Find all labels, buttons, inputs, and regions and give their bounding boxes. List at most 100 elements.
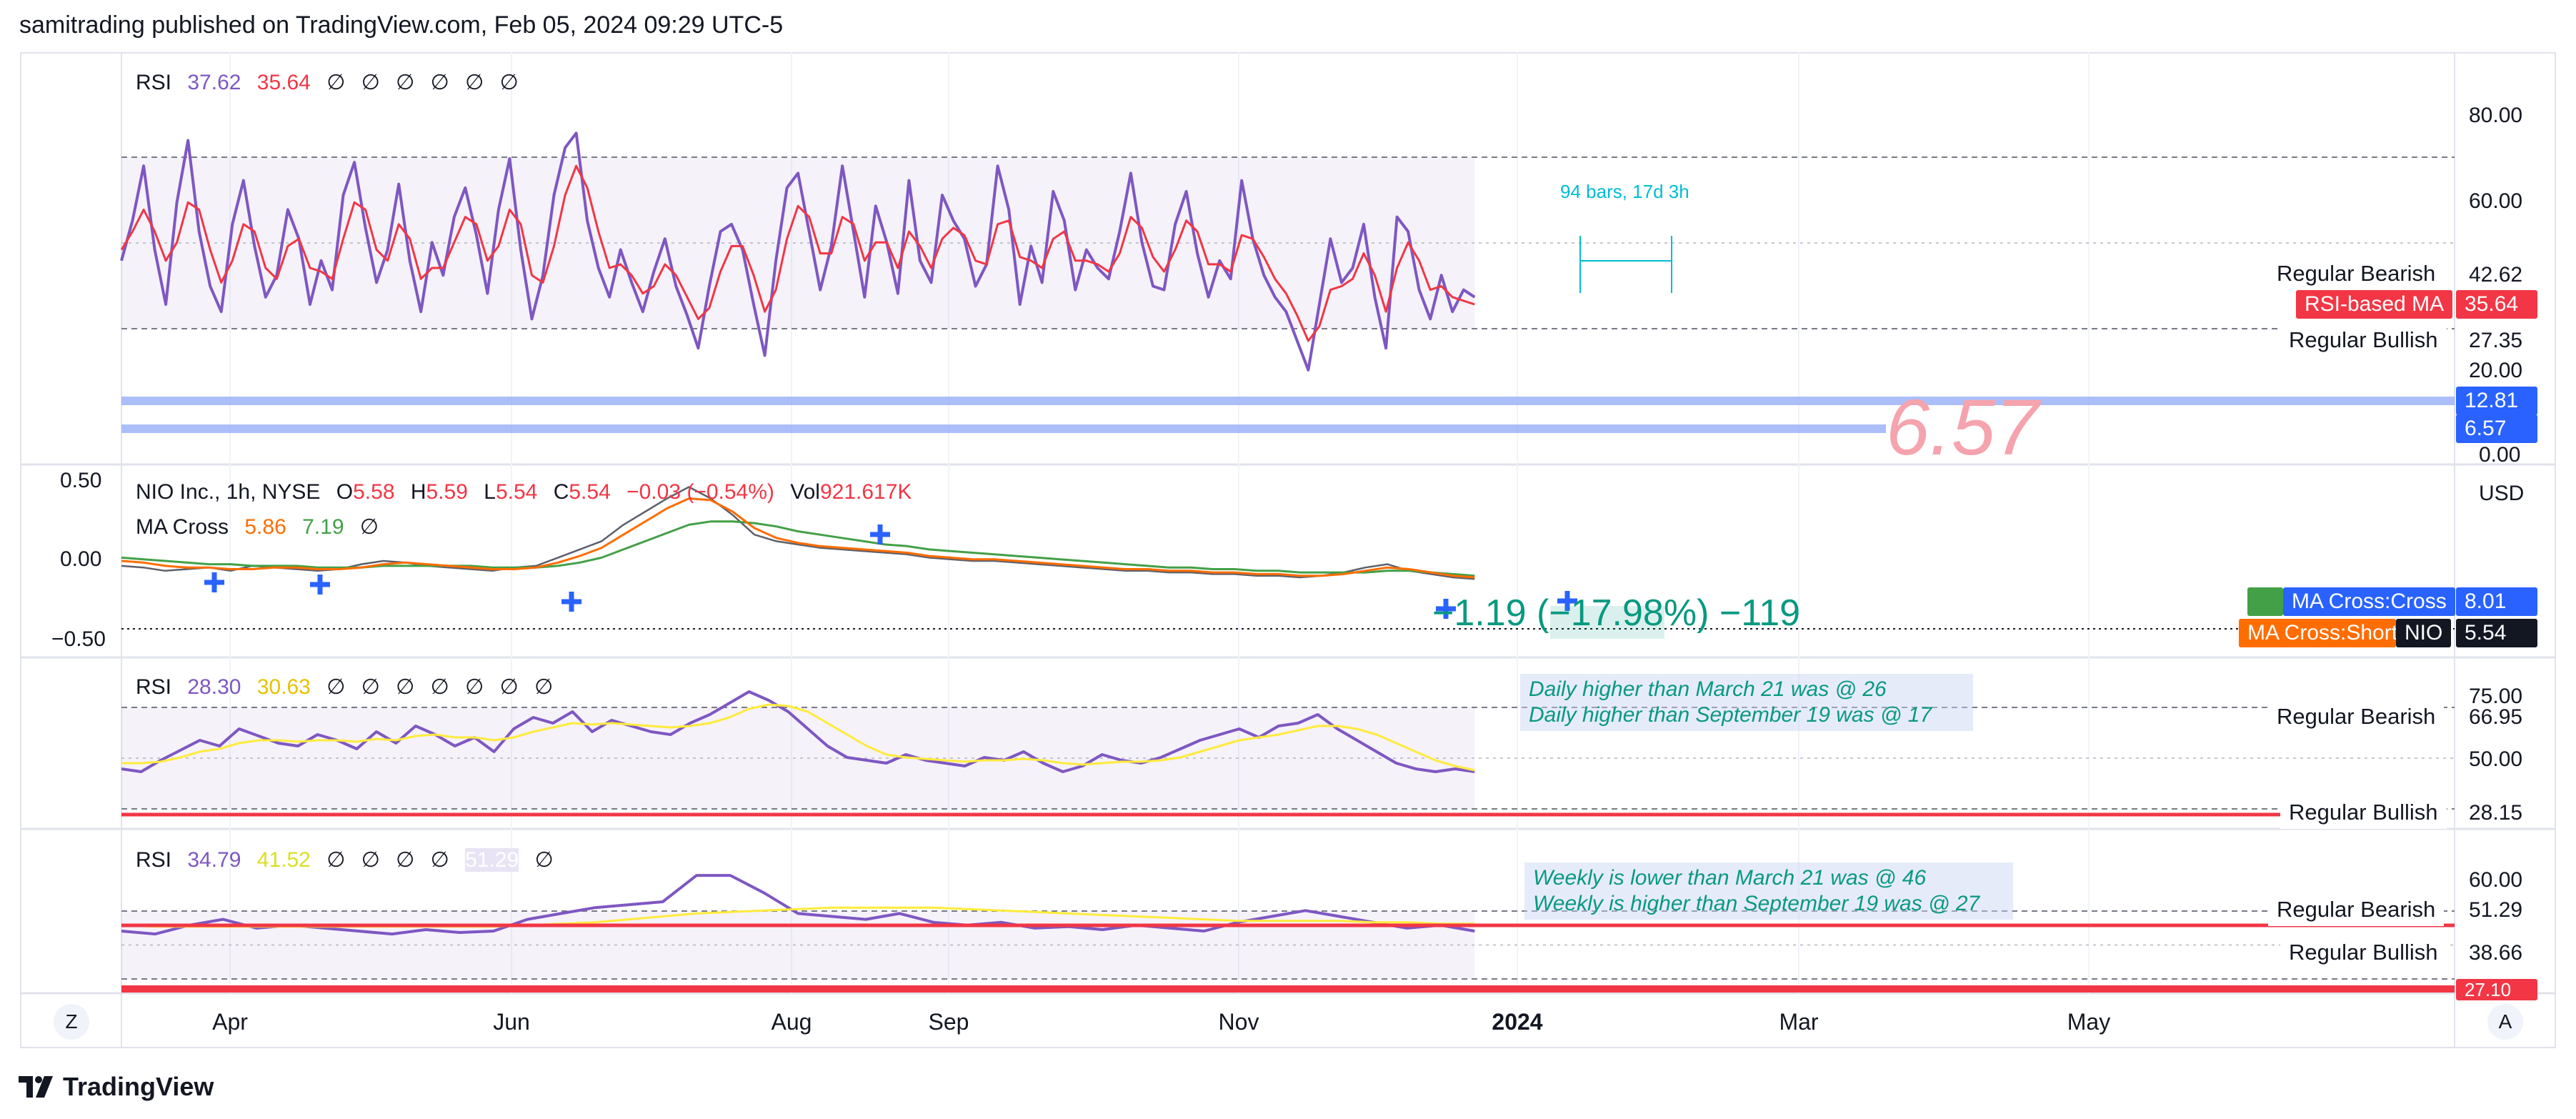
ma-cross-marker (870, 524, 890, 544)
currency-label[interactable]: USD (2479, 482, 2524, 506)
pane1-placeholder: ∅ (361, 71, 380, 94)
ohlc-high-value: 5.59 (426, 480, 468, 504)
pane3-annotation: Daily higher than March 21 was @ 26 Dail… (1520, 674, 1973, 731)
pane3-legend: RSI 28.30 30.63 ∅ ∅ ∅ ∅ ∅ ∅ ∅ (136, 675, 563, 700)
pane1-rsi-ma-label: RSI-based MA (2296, 290, 2453, 319)
footer-brand: TradingView (19, 1072, 214, 1102)
ma-cross-legend-placeholder: ∅ (359, 515, 379, 539)
footer-brand-text: TradingView (63, 1072, 214, 1101)
pane1-placeholder: ∅ (465, 71, 484, 94)
pane4-placeholder: ∅ (430, 848, 449, 872)
timezone-toggle-button[interactable]: Z (54, 1004, 89, 1040)
pane4-annotation: Weekly is lower than March 21 was @ 46 W… (1524, 862, 2013, 920)
time-axis-label: Apr (212, 1009, 248, 1035)
pane3-placeholder: ∅ (326, 675, 346, 699)
pane1-legend-name: RSI (136, 71, 172, 94)
pane3-regular-bearish-value: 66.95 (2469, 705, 2523, 729)
pane4-red-line-value: 27.10 (2456, 979, 2537, 1000)
pane2-left-axis-label: 0.50 (60, 469, 102, 492)
ma-cross-legend-value1: 5.86 (244, 515, 286, 539)
ohlc-high-label: H (410, 480, 426, 504)
pane1-line1-value: 12.81 (2456, 387, 2537, 415)
time-axis-label: Mar (1779, 1009, 1819, 1035)
pane4-placeholder: ∅ (534, 848, 554, 872)
time-axis-label: Aug (771, 1009, 812, 1035)
ma-cross-legend-value2: 7.19 (302, 515, 344, 539)
pane3-legend-value2: 30.63 (256, 675, 311, 699)
ohlc-low-label: L (484, 480, 496, 504)
pane3-placeholder: ∅ (396, 675, 415, 699)
ma-cross-marker (310, 575, 330, 595)
pane1-axis-label: 60.00 (2469, 189, 2523, 213)
pane4-legend-value1: 34.79 (187, 848, 241, 872)
pane1-placeholder: ∅ (499, 71, 519, 94)
ohlc-open-value: 5.58 (353, 480, 395, 504)
pane3-placeholder: ∅ (465, 675, 484, 699)
chart-canvas[interactable] (0, 0, 2576, 1119)
time-axis-label: May (2067, 1009, 2111, 1035)
pane3-legend-value1: 28.30 (187, 675, 241, 699)
pane4-placeholder: ∅ (396, 848, 415, 872)
ohlc-close-value: 5.54 (569, 480, 611, 504)
ma-cross-legend-name: MA Cross (136, 515, 229, 539)
pane1-placeholder: ∅ (430, 71, 449, 94)
pane3-placeholder: ∅ (534, 675, 554, 699)
pane4-axis-label: 60.00 (2469, 868, 2523, 892)
pane3-annotation-line1: Daily higher than March 21 was @ 26 (1529, 677, 1887, 701)
pane3-placeholder: ∅ (499, 675, 519, 699)
pane1-big-value-watermark: 6.57 (1886, 384, 2040, 472)
pane4-placeholder: ∅ (361, 848, 380, 872)
pane1-placeholder: ∅ (326, 71, 346, 94)
ma-cross-marker (204, 572, 224, 592)
pane4-regular-bearish-value: 51.29 (2469, 898, 2523, 922)
pane4-annotation-line2: Weekly is higher than September 19 was @… (1533, 892, 1980, 915)
pane1-placeholder: ∅ (396, 71, 415, 94)
pane1-regular-bearish-label: Regular Bearish (2268, 257, 2445, 290)
ma-cross-cross-label: MA Cross:Cross (2283, 587, 2455, 616)
tradingview-logo-icon (19, 1076, 53, 1098)
pane3-annotation-line2: Daily higher than September 19 was @ 17 (1529, 703, 1932, 727)
pane4-regular-bullish-value: 38.66 (2469, 941, 2523, 965)
ma-cross-short-label: MA Cross:Short (2239, 619, 2396, 647)
ohlc-change: −0.03 (−0.54%) (626, 480, 774, 504)
time-axis-label: Sep (928, 1009, 969, 1035)
pane4-legend-value2: 41.52 (256, 848, 311, 872)
pane1-legend-value1: 37.62 (187, 71, 241, 94)
pane2-ticker: NIO Inc., 1h, NYSE (136, 480, 321, 504)
pane4-regular-bearish-label: Regular Bearish (2268, 893, 2445, 926)
pane3-regular-bearish-label: Regular Bearish (2268, 700, 2445, 733)
pane1-regular-bullish-label: Regular Bullish (2280, 324, 2447, 357)
pane1-axis-label: 80.00 (2469, 104, 2523, 127)
pane2-legend: NIO Inc., 1h, NYSE O5.58 H5.59 L5.54 C5.… (136, 480, 922, 504)
pane1-legend: RSI 37.62 35.64 ∅ ∅ ∅ ∅ ∅ ∅ (136, 70, 529, 95)
pane4-legend: RSI 34.79 41.52 ∅ ∅ ∅ ∅ 51.29 ∅ (136, 847, 564, 872)
volume-label: Vol (790, 480, 820, 504)
pane3-legend-name: RSI (136, 675, 172, 699)
pane2-ma-legend: MA Cross 5.86 7.19 ∅ (136, 514, 389, 539)
pane1-regular-bearish-value: 42.62 (2469, 263, 2523, 287)
pane2-left-axis-label: −0.50 (51, 627, 106, 651)
ohlc-close-label: C (553, 480, 569, 504)
ma-cross-short-tab (2247, 587, 2283, 616)
ohlc-low-value: 5.54 (495, 480, 538, 504)
pane4-legend-value3: 51.29 (465, 848, 519, 872)
pane3-placeholder: ∅ (430, 675, 449, 699)
time-axis-label: Nov (1218, 1009, 1259, 1035)
time-axis-year-label: 2024 (1492, 1009, 1543, 1035)
ma-cross-cross-value: 8.01 (2456, 587, 2537, 616)
auto-scale-button[interactable]: A (2487, 1004, 2523, 1040)
pane4-placeholder: ∅ (326, 848, 346, 872)
pane1-rsi-ma-value: 35.64 (2456, 290, 2537, 319)
pane4-regular-bullish-label: Regular Bullish (2280, 936, 2447, 969)
pane3-axis-label: 50.00 (2469, 747, 2523, 771)
nio-label: NIO (2396, 619, 2452, 647)
ma-cross-marker (561, 592, 581, 612)
pane3-placeholder: ∅ (361, 675, 380, 699)
pane1-legend-value2: 35.64 (256, 71, 311, 94)
pane4-annotation-line1: Weekly is lower than March 21 was @ 46 (1533, 866, 1927, 890)
nio-price-value: 5.54 (2456, 619, 2537, 647)
pane4-legend-name: RSI (136, 848, 172, 872)
pane1-measure-text: 94 bars, 17d 3h (1560, 181, 1689, 202)
volume-value: 921.617K (819, 480, 912, 504)
pane1-regular-bullish-value: 27.35 (2469, 329, 2523, 352)
